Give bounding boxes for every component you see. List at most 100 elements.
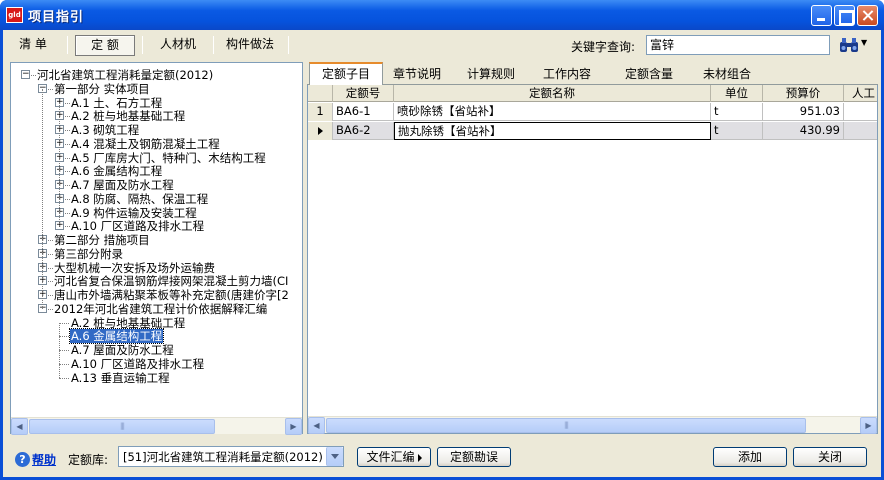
chevron-down-icon[interactable] (326, 447, 343, 466)
col-header-unit[interactable]: 单位 (711, 85, 763, 102)
tree-node[interactable]: A.7 屋面及防水工程 (11, 343, 302, 357)
col-header-labor[interactable]: 人工 (844, 85, 877, 102)
tree-node[interactable]: − 河北省建筑工程消耗量定额(2012) (11, 68, 302, 82)
tree-node[interactable]: − 第一部分 实体项目 (11, 82, 302, 96)
tree-node[interactable]: + A.10 厂区道路及排水工程 (11, 219, 302, 233)
help-icon[interactable]: ? (15, 452, 30, 467)
scroll-left-arrow-icon[interactable]: ◀ (11, 418, 28, 435)
tree-node[interactable]: A.13 垂直运输工程 (11, 371, 302, 385)
tree-node[interactable]: A.10 厂区道路及排水工程 (11, 357, 302, 371)
tree-node[interactable]: + 唐山市外墙满粘聚苯板等补充定额(唐建价字[2 (11, 288, 302, 302)
scroll-left-arrow-icon[interactable]: ◀ (308, 417, 325, 434)
tree-node[interactable]: A.6 金属结构工程 (11, 328, 302, 345)
tree-node[interactable]: + A.9 构件运输及安装工程 (11, 206, 302, 220)
tree-node[interactable]: + 河北省复合保温钢筋焊接网架混凝土剪力墙(CI (11, 274, 302, 288)
quota-library-select[interactable]: [51]河北省建筑工程消耗量定额(2012) (118, 446, 344, 467)
tree-node-label[interactable]: 2012年河北省建筑工程计价依据解释汇编 (53, 302, 268, 316)
toolbar-divider (67, 36, 68, 54)
minimize-button[interactable] (811, 5, 832, 26)
tree-node-label[interactable]: A.10 厂区道路及排水工程 (70, 219, 205, 233)
tree-node[interactable]: + 第三部分附录 (11, 247, 302, 261)
tree-node-label[interactable]: 河北省复合保温钢筋焊接网架混凝土剪力墙(CI (53, 274, 289, 288)
tree-node-label[interactable]: A.2 桩与地基基础工程 (70, 316, 186, 330)
tree-node-label[interactable]: A.1 土、石方工程 (70, 96, 163, 110)
tree-node-label[interactable]: 第二部分 措施项目 (53, 233, 151, 247)
app-icon: gld (6, 7, 23, 23)
tree-node-label[interactable]: A.6 金属结构工程 (70, 164, 163, 178)
toolbar-divider (142, 36, 143, 54)
tab-bill[interactable]: 清 单 (9, 35, 57, 56)
tree-node[interactable]: + A.4 混凝土及钢筋混凝土工程 (11, 137, 302, 151)
window-title: 项目指引 (28, 10, 85, 25)
tree-node-label[interactable]: A.5 厂库房大门、特种门、木结构工程 (70, 151, 267, 165)
tab-work-content[interactable]: 工作内容 (535, 64, 599, 85)
quota-tree[interactable]: − 河北省建筑工程消耗量定额(2012) − 第一部分 实体项目 + A.1 土、石方工程… (11, 63, 302, 417)
tree-node[interactable]: + A.8 防腐、隔热、保温工程 (11, 192, 302, 206)
col-header-name[interactable]: 定额名称 (394, 85, 711, 102)
col-header-price[interactable]: 预算价 (763, 85, 844, 102)
quota-name[interactable]: 抛丸除锈【省站补】 (394, 122, 711, 140)
tree-node-label[interactable]: A.9 构件运输及安装工程 (70, 206, 198, 220)
tree-node-label[interactable]: A.3 砌筑工程 (70, 123, 140, 137)
tree-node[interactable]: + A.5 厂库房大门、特种门、木结构工程 (11, 151, 302, 165)
quota-errata-button[interactable]: 定额勘误 (437, 447, 511, 467)
tab-calc-rules[interactable]: 计算规则 (459, 64, 523, 85)
tab-chapter-notes[interactable]: 章节说明 (385, 64, 449, 85)
tree-node-label-selected[interactable]: A.6 金属结构工程 (68, 328, 165, 345)
tree-node[interactable]: + A.7 屋面及防水工程 (11, 178, 302, 192)
search-options-dropdown-icon[interactable]: ▼ (861, 38, 867, 47)
tree-node[interactable]: A.2 桩与地基基础工程 (11, 316, 302, 330)
tab-quota-items[interactable]: 定额子目 (309, 62, 383, 86)
tree-node-label[interactable]: A.4 混凝土及钢筋混凝土工程 (70, 137, 221, 151)
table-row[interactable]: BA6-2 抛丸除锈【省站补】 t 430.99 (308, 122, 877, 140)
quota-labor (844, 122, 877, 140)
quota-name: 喷砂除锈【省站补】 (394, 103, 711, 121)
tree-node[interactable]: + A.6 金属结构工程 (11, 164, 302, 178)
tree-node[interactable]: −2012年河北省建筑工程计价依据解释汇编 (11, 302, 302, 316)
table-row[interactable]: 1 BA6-1 喷砂除锈【省站补】 t 951.03 (308, 103, 877, 121)
tree-node[interactable]: + A.3 砌筑工程 (11, 123, 302, 137)
tree-node-label[interactable]: A.7 屋面及防水工程 (70, 343, 175, 357)
scroll-right-arrow-icon[interactable]: ▶ (860, 417, 877, 434)
tree-node-label[interactable]: A.13 垂直运输工程 (70, 371, 171, 385)
tree-node[interactable]: + A.1 土、石方工程 (11, 96, 302, 110)
close-window-button[interactable] (857, 5, 878, 26)
tab-quota[interactable]: 定 额 (75, 35, 135, 56)
grid-horizontal-scrollbar[interactable]: ◀ ▶ (308, 416, 877, 434)
tree-horizontal-scrollbar[interactable]: ◀ ▶ (11, 417, 302, 435)
tree-node-label[interactable]: 第三部分附录 (53, 247, 124, 261)
arrow-right-icon (417, 453, 422, 462)
title-bar[interactable]: gld 项目指引 (0, 0, 884, 30)
close-button[interactable]: 关闭 (793, 447, 867, 467)
tree-node[interactable]: + A.2 桩与地基基础工程 (11, 109, 302, 123)
tab-component-method[interactable]: 构件做法 (217, 35, 283, 56)
tree-node-label[interactable]: 第一部分 实体项目 (53, 82, 151, 96)
tab-quota-content[interactable]: 定额含量 (617, 64, 681, 85)
tab-labor-material-machine[interactable]: 人材机 (149, 35, 207, 56)
scroll-thumb[interactable] (326, 418, 806, 433)
tab-material-combo[interactable]: 未材组合 (695, 64, 759, 85)
tree-node[interactable]: + 大型机械一次安拆及场外运输费 (11, 261, 302, 275)
keyword-search-input[interactable]: 富锌 (646, 35, 830, 55)
tree-node-label[interactable]: A.8 防腐、隔热、保温工程 (70, 192, 209, 206)
current-row-indicator (308, 122, 333, 140)
add-button[interactable]: 添加 (713, 447, 787, 467)
scroll-thumb[interactable] (29, 419, 215, 434)
tree-node[interactable]: + 第二部分 措施项目 (11, 233, 302, 247)
tree-node-label[interactable]: 河北省建筑工程消耗量定额(2012) (36, 68, 214, 82)
tree-node-label[interactable]: A.2 桩与地基基础工程 (70, 109, 186, 123)
help-link[interactable]: 帮助 (32, 451, 56, 468)
tree-node-label[interactable]: 大型机械一次安拆及场外运输费 (53, 261, 216, 275)
binoculars-search-icon[interactable] (839, 36, 859, 54)
file-compilation-button[interactable]: 文件汇编 (357, 447, 431, 467)
row-index: 1 (308, 103, 333, 121)
quota-library-label: 定额库: (68, 453, 109, 467)
tree-node-label[interactable]: 唐山市外墙满粘聚苯板等补充定额(唐建价字[2 (53, 288, 290, 302)
maximize-button[interactable] (834, 5, 855, 26)
col-header-code[interactable]: 定额号 (333, 85, 394, 102)
tree-node-label[interactable]: A.10 厂区道路及排水工程 (70, 357, 205, 371)
tree-node-label[interactable]: A.7 屋面及防水工程 (70, 178, 175, 192)
collapse-minus-icon[interactable]: − (21, 70, 30, 79)
scroll-right-arrow-icon[interactable]: ▶ (285, 418, 302, 435)
detail-tabs: 定额子目 章节说明 计算规则 工作内容 定额含量 未材组合 (307, 62, 878, 86)
